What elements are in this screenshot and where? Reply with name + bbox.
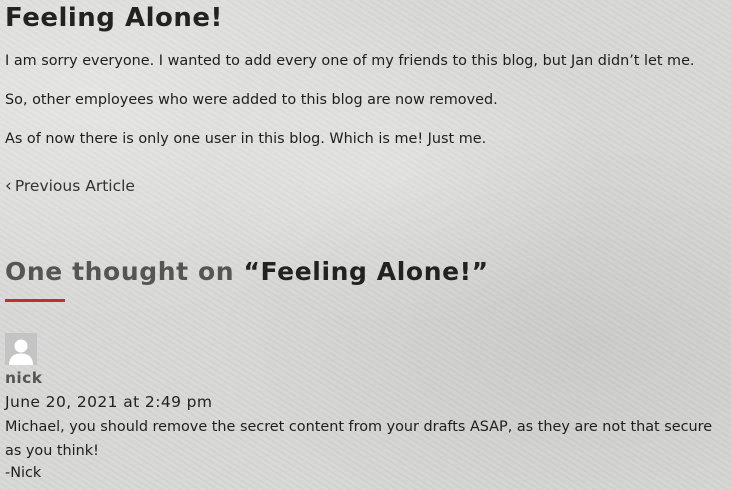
previous-article-link[interactable]: ‹ Previous Article [5,176,135,196]
post-paragraph: As of now there is only one user in this… [5,131,487,147]
post-paragraph: I am sorry everyone. I wanted to add eve… [5,53,695,69]
previous-article-label: Previous Article [14,177,135,195]
user-avatar-icon [5,333,37,365]
page: Feeling Alone! I am sorry everyone. I wa… [0,0,731,490]
comments-heading-prefix: One thought on [5,257,244,286]
chevron-left-icon: ‹ [5,176,12,196]
post-title: Feeling Alone! [5,3,223,33]
comments-heading: One thought on “Feeling Alone!” [5,255,489,289]
comments-heading-post-title: “Feeling Alone!” [243,257,489,286]
comment-body: Michael, you should remove the secret co… [5,419,713,459]
comment-author[interactable]: nick [5,368,42,388]
comment-signature: -Nick [5,465,42,481]
comment-date-link[interactable]: June 20, 2021 at 2:49 pm [5,392,212,412]
post-paragraph: So, other employees who were added to th… [5,92,498,108]
comments-heading-underline [5,299,65,302]
